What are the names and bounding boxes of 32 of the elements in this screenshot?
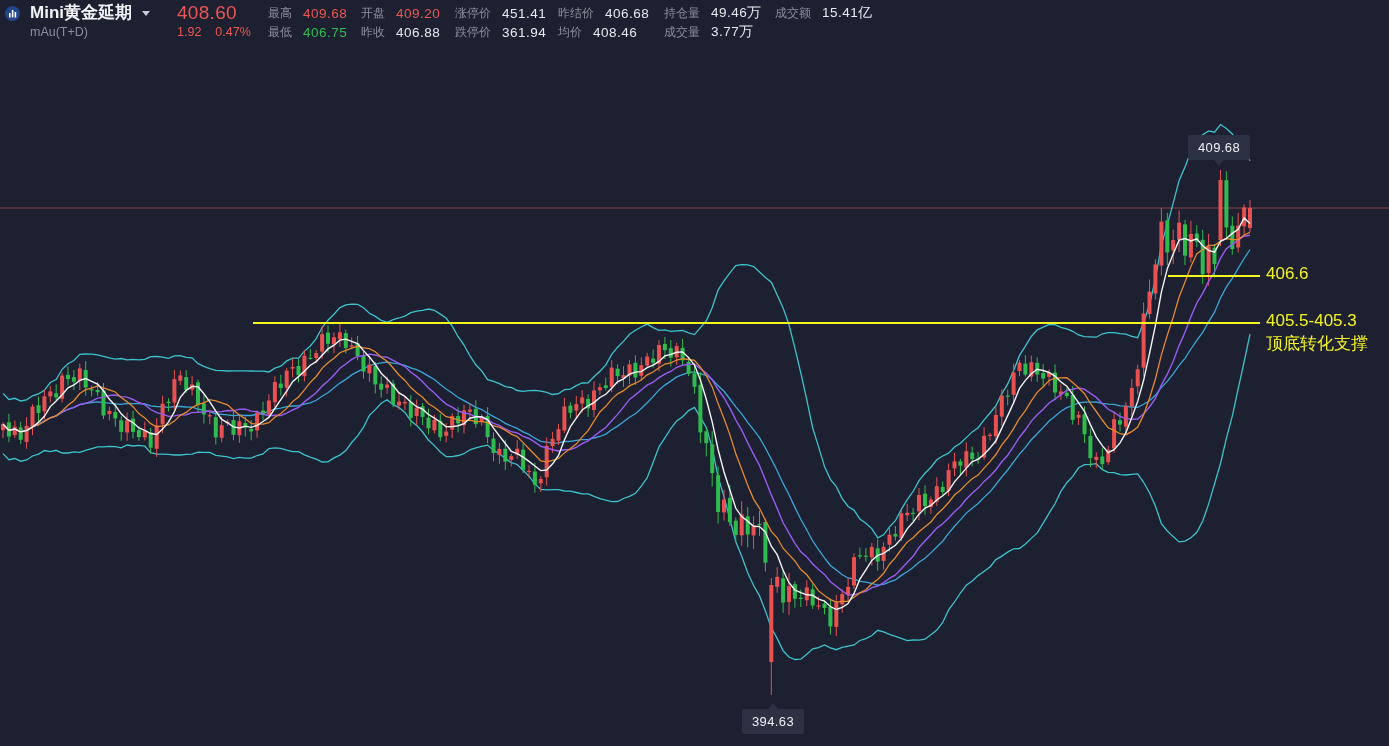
caret-down-icon[interactable] <box>142 10 150 16</box>
stat-label: 昨结价 <box>558 4 594 22</box>
stat-value: 49.46万 <box>711 4 762 22</box>
stat-value: 451.41 <box>502 5 547 21</box>
stat-label: 涨停价 <box>455 4 491 22</box>
stat-value: 409.20 <box>396 5 441 21</box>
stat-value: 409.68 <box>303 5 348 21</box>
annotation-label: 405.5-405.3 <box>1266 310 1357 332</box>
stat-value: 3.77万 <box>711 23 754 41</box>
annotation-note: 顶底转化支撑 <box>1266 333 1368 355</box>
instrument-name: Mini黄金延期 <box>30 3 132 23</box>
last-price: 408.60 <box>177 3 238 23</box>
stat-value: 15.41亿 <box>822 4 873 22</box>
stat-label: 最低 <box>268 23 292 41</box>
stat-value: 406.88 <box>396 24 441 40</box>
stat-label: 昨收 <box>361 23 385 41</box>
stat-label: 最高 <box>268 4 292 22</box>
instrument-code: mAu(T+D) <box>30 24 89 41</box>
stat-label: 均价 <box>558 23 582 41</box>
stat-label: 持仓量 <box>664 4 700 22</box>
percent-change: 0.47% <box>215 24 251 41</box>
stat-label: 跌停价 <box>455 23 491 41</box>
stat-label: 开盘 <box>361 4 385 22</box>
stat-value: 406.68 <box>605 5 650 21</box>
annotation-label: 406.6 <box>1266 263 1309 285</box>
stat-label: 成交额 <box>775 4 811 22</box>
stat-label: 成交量 <box>664 23 700 41</box>
stat-value: 361.94 <box>502 24 547 40</box>
stat-value: 408.46 <box>593 24 638 40</box>
bar-chart-icon <box>5 5 20 21</box>
price-change: 1.92 <box>177 24 202 41</box>
stat-value: 406.75 <box>303 24 348 40</box>
